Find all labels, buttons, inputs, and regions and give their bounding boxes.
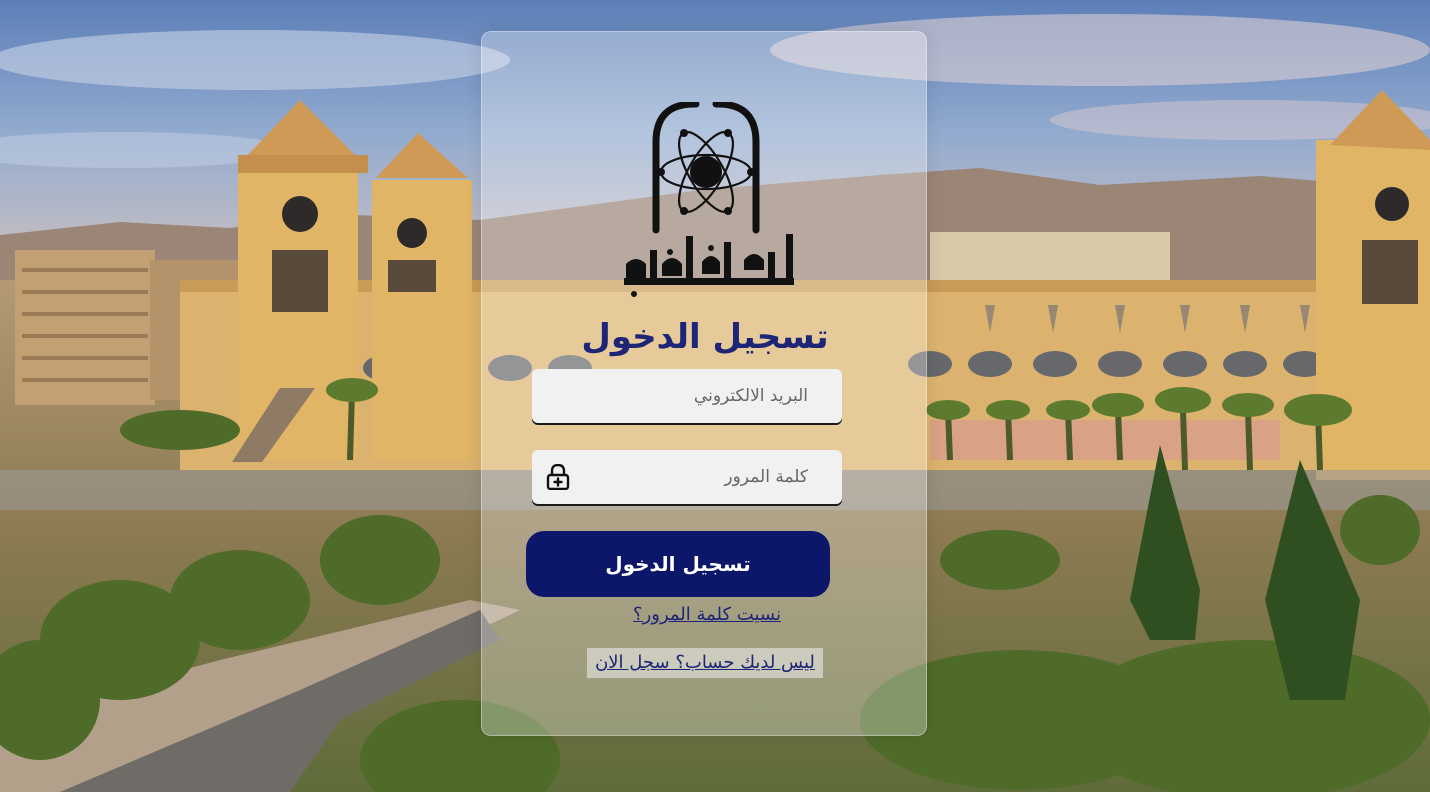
password-input[interactable] <box>532 450 842 504</box>
forgot-password-link[interactable]: نسيت كلمة المرور؟ <box>482 604 928 625</box>
lock-icon <box>546 464 570 490</box>
helwan-university-logo <box>624 102 794 297</box>
login-page: تسجيل الدخول تسجيل الدخول نسيت كلمة المر… <box>0 0 1430 792</box>
page-title: تسجيل الدخول <box>581 317 829 357</box>
login-button[interactable]: تسجيل الدخول <box>526 531 830 597</box>
email-field-container <box>532 369 842 423</box>
password-field-container <box>532 450 842 504</box>
login-card: تسجيل الدخول تسجيل الدخول نسيت كلمة المر… <box>481 31 927 736</box>
register-link[interactable]: ليس لديك حساب؟ سجل الان <box>587 648 823 678</box>
email-input[interactable] <box>532 369 842 423</box>
